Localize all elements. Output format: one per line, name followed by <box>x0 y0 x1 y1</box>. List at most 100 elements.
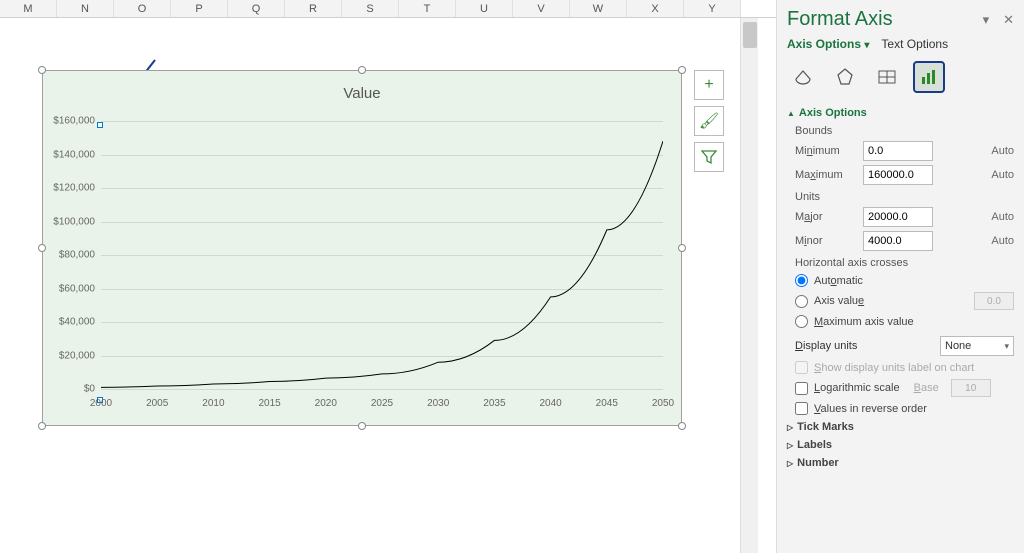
tab-text-options[interactable]: Text Options <box>881 37 948 51</box>
radio-max-axis-label: Maximum axis value <box>814 316 914 328</box>
display-units-select[interactable]: None▾ <box>940 336 1014 356</box>
col-header[interactable]: V <box>513 0 570 17</box>
x-axis-label: 2045 <box>596 398 618 409</box>
y-axis-label: $160,000 <box>49 116 95 127</box>
minor-auto-button[interactable]: Auto <box>991 235 1014 247</box>
x-axis-label: 2030 <box>427 398 449 409</box>
axis-options-icon[interactable] <box>913 61 945 93</box>
chevron-down-icon: ▾ <box>1004 341 1009 352</box>
y-axis-label: $40,000 <box>49 317 95 328</box>
maximum-auto-button[interactable]: Auto <box>991 169 1014 181</box>
col-header[interactable]: O <box>114 0 171 17</box>
log-base-input <box>951 379 991 397</box>
resize-handle[interactable] <box>358 66 366 74</box>
x-axis-label: 2035 <box>483 398 505 409</box>
y-axis-label: $60,000 <box>49 283 95 294</box>
log-scale-checkbox[interactable] <box>795 382 808 395</box>
col-header[interactable]: M <box>0 0 57 17</box>
panel-title: Format Axis <box>787 8 893 31</box>
units-label: Units <box>795 191 1014 203</box>
x-axis-label: 2040 <box>539 398 561 409</box>
reverse-order-checkbox[interactable] <box>795 402 808 415</box>
triangle-down-icon: ▲ <box>787 109 795 118</box>
col-header[interactable]: Y <box>684 0 741 17</box>
resize-handle[interactable] <box>678 244 686 252</box>
major-auto-button[interactable]: Auto <box>991 211 1014 223</box>
maximum-label: Maximum <box>795 169 857 181</box>
col-header[interactable]: U <box>456 0 513 17</box>
col-header[interactable]: Q <box>228 0 285 17</box>
x-axis-label: 2010 <box>202 398 224 409</box>
col-header[interactable]: S <box>342 0 399 17</box>
y-axis-label: $120,000 <box>49 183 95 194</box>
section-tick-marks[interactable]: ▷Tick Marks <box>787 421 1014 433</box>
y-axis-label: $20,000 <box>49 350 95 361</box>
chart-title[interactable]: Value <box>43 71 681 110</box>
x-axis-label: 2050 <box>652 398 674 409</box>
radio-automatic-label: Automatic <box>814 275 863 287</box>
effects-icon[interactable] <box>829 61 861 93</box>
minimum-label: Minimum <box>795 145 857 157</box>
y-axis-label: $140,000 <box>49 149 95 160</box>
resize-handle[interactable] <box>678 422 686 430</box>
section-labels[interactable]: ▷Labels <box>787 439 1014 451</box>
radio-automatic[interactable] <box>795 274 808 287</box>
col-header[interactable]: R <box>285 0 342 17</box>
reverse-order-label: Values in reverse order <box>814 403 927 415</box>
col-header[interactable]: N <box>57 0 114 17</box>
close-icon[interactable]: ✕ <box>1003 12 1014 28</box>
y-axis-label: $100,000 <box>49 216 95 227</box>
resize-handle[interactable] <box>38 244 46 252</box>
maximum-input[interactable] <box>863 165 933 185</box>
col-header[interactable]: W <box>570 0 627 17</box>
plus-icon: + <box>704 76 713 94</box>
resize-handle[interactable] <box>38 66 46 74</box>
chart-series-line[interactable] <box>101 121 663 389</box>
resize-handle[interactable] <box>38 422 46 430</box>
chevron-down-icon: ▾ <box>864 40 869 51</box>
panel-options-icon[interactable]: ▾ <box>983 12 990 28</box>
y-axis-label: $0 <box>49 384 95 395</box>
chart-elements-button[interactable]: + <box>694 70 724 100</box>
plot-area[interactable]: $160,000 $140,000 $120,000 $100,000 $80,… <box>101 121 663 389</box>
resize-handle[interactable] <box>358 422 366 430</box>
tab-axis-options[interactable]: Axis Options ▾ <box>787 37 869 51</box>
minimum-auto-button[interactable]: Auto <box>991 145 1014 157</box>
minimum-input[interactable] <box>863 141 933 161</box>
funnel-icon <box>701 149 717 165</box>
minor-label: Minor <box>795 235 857 247</box>
y-axis-label: $80,000 <box>49 250 95 261</box>
section-number[interactable]: ▷Number <box>787 457 1014 469</box>
section-axis-options[interactable]: ▲Axis Options <box>787 107 1014 119</box>
x-axis-label: 2005 <box>146 398 168 409</box>
scrollbar-thumb[interactable] <box>743 22 757 48</box>
col-header[interactable]: X <box>627 0 684 17</box>
worksheet-area[interactable]: Value $160,000 $140,000 $120,000 $100,00… <box>0 18 758 553</box>
chart-floating-buttons: + 🖌 <box>694 70 724 172</box>
major-label: Major <box>795 211 857 223</box>
size-properties-icon[interactable] <box>871 61 903 93</box>
format-axis-panel: Format Axis ▾ ✕ Axis Options ▾ Text Opti… <box>776 0 1024 553</box>
axis-value-input <box>974 292 1014 310</box>
bounds-label: Bounds <box>795 125 1014 137</box>
minor-input[interactable] <box>863 231 933 251</box>
vertical-scrollbar[interactable] <box>740 18 758 553</box>
triangle-right-icon: ▷ <box>787 459 793 468</box>
col-header[interactable]: P <box>171 0 228 17</box>
show-units-checkbox <box>795 361 808 374</box>
chart-filters-button[interactable] <box>694 142 724 172</box>
chart-styles-button[interactable]: 🖌 <box>694 106 724 136</box>
radio-max-axis[interactable] <box>795 315 808 328</box>
major-input[interactable] <box>863 207 933 227</box>
log-base-label: Base <box>914 382 939 394</box>
chart-object[interactable]: Value $160,000 $140,000 $120,000 $100,00… <box>42 70 682 426</box>
resize-handle[interactable] <box>678 66 686 74</box>
log-scale-label: Logarithmic scale <box>814 382 900 394</box>
x-axis-label: 2020 <box>315 398 337 409</box>
col-header[interactable]: T <box>399 0 456 17</box>
display-units-label: Display units <box>795 340 857 352</box>
fill-line-icon[interactable] <box>787 61 819 93</box>
radio-axis-value[interactable] <box>795 295 808 308</box>
triangle-right-icon: ▷ <box>787 423 793 432</box>
triangle-right-icon: ▷ <box>787 441 793 450</box>
